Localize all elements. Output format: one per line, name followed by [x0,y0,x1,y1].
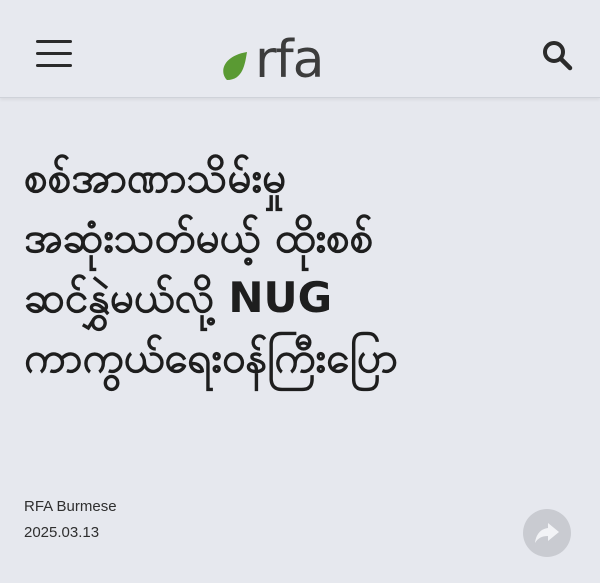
menu-icon-bar [36,64,72,67]
search-button[interactable] [540,38,574,72]
article-date: 2025.03.13 [24,524,100,541]
rfa-logo[interactable]: rfa [221,30,325,90]
article-author: RFA Burmese [24,498,117,515]
top-header: rfa [0,0,600,98]
share-button[interactable] [523,509,571,557]
menu-icon-bar [36,40,72,43]
menu-button[interactable] [36,38,74,70]
leaf-icon [223,52,247,80]
menu-icon-bar [36,52,72,55]
logo-text: rfa [255,30,325,90]
share-icon [535,523,559,543]
article-headline[interactable]: စစ်အာဏာသိမ်းမှု အဆုံးသတ်မယ့် ထိုးစစ် ဆင်… [24,148,584,388]
search-icon [543,41,573,71]
